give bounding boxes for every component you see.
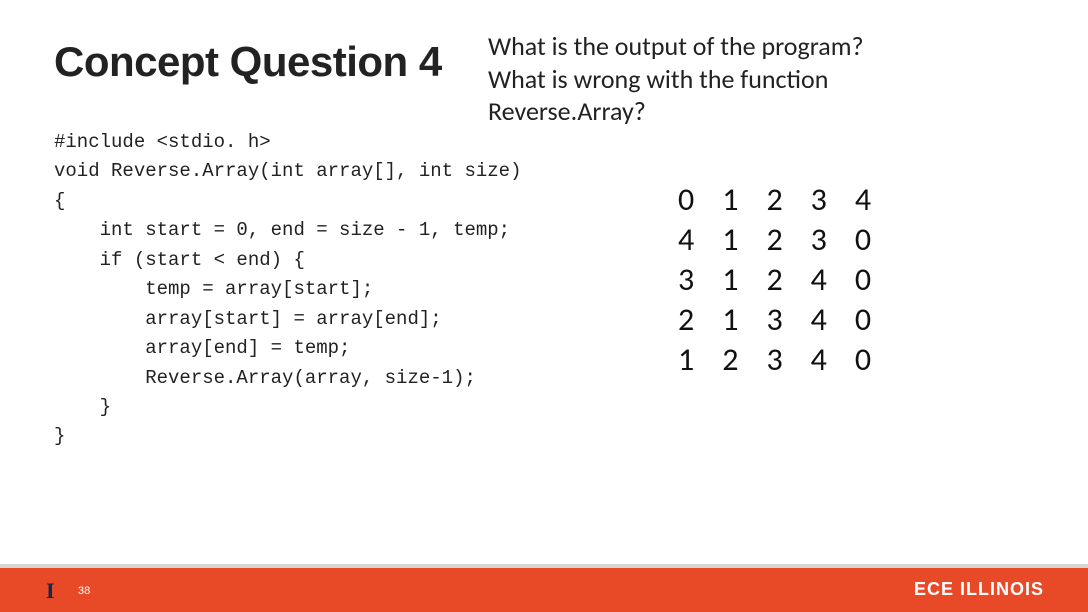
table-row: 0 1 2 3 4 [664, 180, 885, 220]
matrix-cell: 3 [752, 340, 796, 380]
question-line-1: What is the output of the program? [488, 30, 1048, 63]
matrix-cell: 1 [708, 300, 752, 340]
matrix-cell: 4 [841, 180, 885, 220]
matrix-cell: 0 [841, 220, 885, 260]
matrix-cell: 3 [797, 220, 841, 260]
table-row: 2 1 3 4 0 [664, 300, 885, 340]
matrix-cell: 0 [841, 260, 885, 300]
question-block: What is the output of the program? What … [488, 30, 1048, 128]
matrix-cell: 4 [797, 300, 841, 340]
footer-bar: I 38 ECE ILLINOIS [0, 568, 1088, 612]
matrix-cell: 0 [841, 340, 885, 380]
code-block: #include <stdio. h> void Reverse.Array(i… [54, 128, 521, 452]
matrix-cell: 0 [664, 180, 708, 220]
department-label: ECE ILLINOIS [914, 579, 1044, 600]
illinois-logo-icon: I [46, 578, 56, 604]
question-line-3: Reverse.Array? [488, 95, 1048, 128]
table-row: 1 2 3 4 0 [664, 340, 885, 380]
page-number: 38 [78, 585, 90, 597]
table-row: 3 1 2 4 0 [664, 260, 885, 300]
matrix-cell: 4 [797, 340, 841, 380]
matrix-cell: 2 [708, 340, 752, 380]
matrix-cell: 4 [664, 220, 708, 260]
matrix-cell: 2 [752, 220, 796, 260]
matrix-table: 0 1 2 3 4 4 1 2 3 0 3 1 2 4 0 2 [664, 180, 885, 380]
matrix-cell: 3 [752, 300, 796, 340]
slide: Concept Question 4 What is the output of… [0, 0, 1088, 612]
matrix-cell: 2 [752, 180, 796, 220]
matrix-cell: 4 [797, 260, 841, 300]
matrix-cell: 3 [797, 180, 841, 220]
matrix-cell: 2 [752, 260, 796, 300]
output-matrix: 0 1 2 3 4 4 1 2 3 0 3 1 2 4 0 2 [664, 180, 885, 380]
matrix-cell: 1 [708, 220, 752, 260]
slide-title: Concept Question 4 [54, 38, 442, 86]
question-line-2: What is wrong with the function [488, 63, 1048, 96]
matrix-cell: 1 [708, 180, 752, 220]
table-row: 4 1 2 3 0 [664, 220, 885, 260]
matrix-cell: 0 [841, 300, 885, 340]
matrix-cell: 3 [664, 260, 708, 300]
matrix-cell: 1 [708, 260, 752, 300]
matrix-cell: 1 [664, 340, 708, 380]
matrix-cell: 2 [664, 300, 708, 340]
